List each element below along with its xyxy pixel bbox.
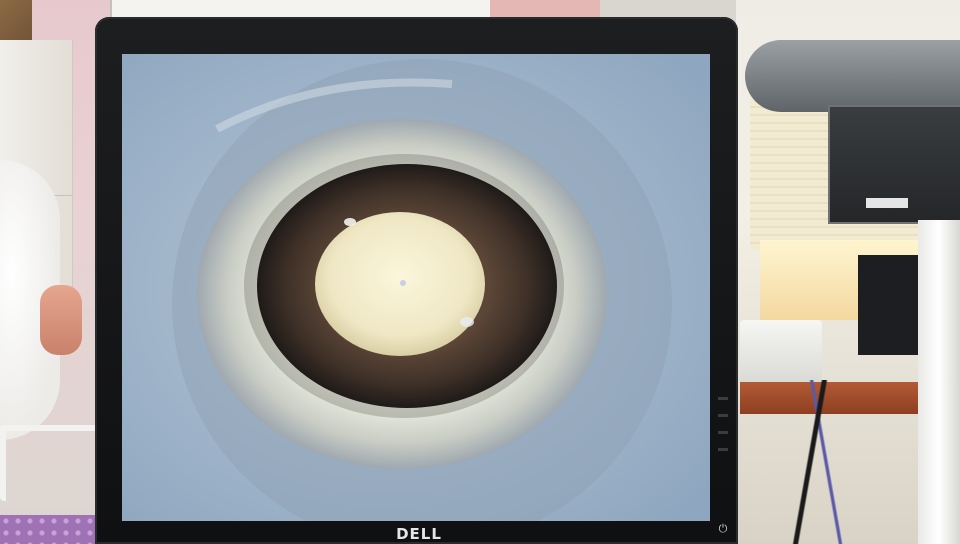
monitor-button[interactable] bbox=[718, 397, 728, 400]
purple-mat bbox=[0, 515, 110, 544]
surgeon-arm bbox=[40, 285, 82, 355]
second-monitor bbox=[858, 255, 920, 355]
monitor-button[interactable] bbox=[718, 431, 728, 434]
cables bbox=[740, 380, 880, 544]
dell-monitor: DELL ⏻ bbox=[95, 17, 738, 544]
monitor-button[interactable] bbox=[718, 448, 728, 451]
eye-surgery-view bbox=[122, 54, 710, 521]
microscope-label bbox=[866, 198, 908, 208]
incision-highlight bbox=[344, 218, 356, 226]
monitor-side-buttons bbox=[715, 397, 731, 487]
microscope-arm bbox=[745, 40, 960, 112]
monitor-brand-logo: DELL bbox=[396, 525, 442, 543]
light-reflex-dot bbox=[400, 280, 406, 286]
power-icon[interactable]: ⏻ bbox=[716, 522, 730, 536]
instrument-highlight bbox=[460, 317, 474, 327]
monitor-screen bbox=[122, 54, 710, 521]
microscope-room-scene: DELL ⏻ bbox=[0, 0, 960, 544]
microscope-pole bbox=[918, 220, 960, 544]
pink-wall-strip bbox=[490, 0, 600, 18]
pupil-reflex bbox=[315, 212, 485, 356]
monitor-button[interactable] bbox=[718, 414, 728, 417]
